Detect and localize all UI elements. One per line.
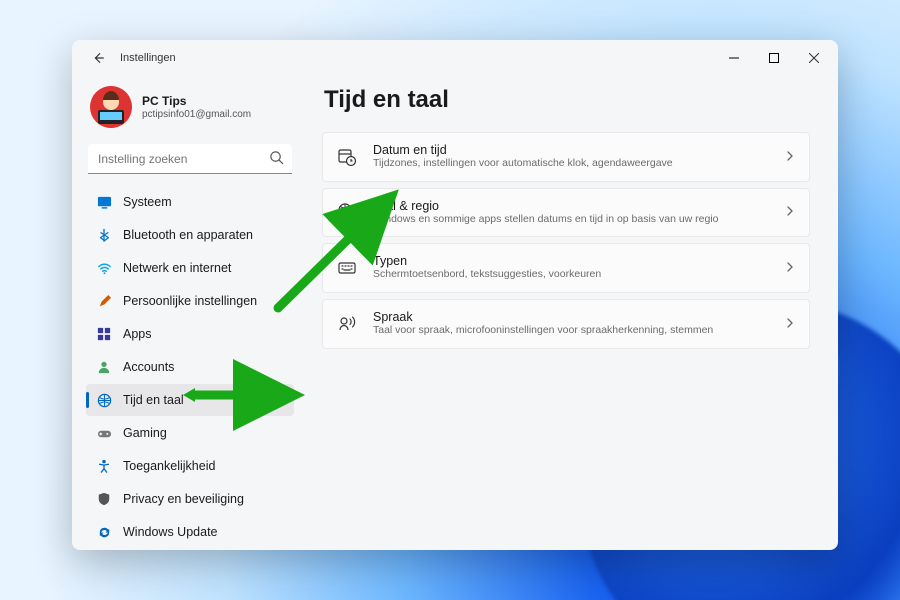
sidebar-item-accounts[interactable]: Accounts	[86, 351, 294, 383]
globe-clock-icon	[96, 392, 112, 408]
sidebar-item-label: Netwerk en internet	[123, 261, 231, 275]
minimize-icon	[729, 53, 739, 63]
chevron-right-icon	[785, 148, 795, 166]
search-input[interactable]	[88, 144, 292, 174]
page-title: Tijd en taal	[324, 86, 810, 114]
sidebar-item-bluetooth[interactable]: Bluetooth en apparaten	[86, 219, 294, 251]
chevron-right-icon	[785, 315, 795, 333]
sidebar-item-label: Windows Update	[123, 525, 218, 539]
card-desc: Schermtoetsenbord, tekstsuggesties, voor…	[373, 268, 769, 282]
sidebar-item-label: Apps	[123, 327, 152, 341]
back-arrow-icon	[91, 51, 105, 65]
card-title: Typen	[373, 254, 769, 268]
profile-name: PC Tips	[142, 94, 251, 108]
search-icon	[269, 150, 284, 170]
sidebar-item-system[interactable]: Systeem	[86, 186, 294, 218]
titlebar: Instellingen	[72, 40, 838, 76]
card-date-time[interactable]: Datum en tijdTijdzones, instellingen voo…	[322, 132, 810, 182]
maximize-button[interactable]	[754, 40, 794, 76]
calendar-clock-icon	[337, 147, 357, 167]
sidebar-item-label: Gaming	[123, 426, 167, 440]
sidebar-item-label: Accounts	[123, 360, 174, 374]
card-speech[interactable]: SpraakTaal voor spraak, microfooninstell…	[322, 299, 810, 349]
card-desc: Taal voor spraak, microfooninstellingen …	[373, 324, 769, 338]
back-button[interactable]	[86, 46, 110, 70]
chevron-right-icon	[785, 203, 795, 221]
card-title: Taal & regio	[373, 199, 769, 213]
card-title: Spraak	[373, 310, 769, 324]
sidebar-item-network[interactable]: Netwerk en internet	[86, 252, 294, 284]
nav-list: Systeem Bluetooth en apparaten Netwerk e…	[86, 186, 294, 548]
speech-icon	[337, 314, 357, 334]
card-desc: Tijdzones, instellingen voor automatisch…	[373, 157, 769, 171]
shield-icon	[96, 491, 112, 507]
maximize-icon	[769, 53, 779, 63]
profile-email: pctipsinfo01@gmail.com	[142, 109, 251, 120]
search-box	[88, 144, 292, 174]
card-desc: Windows en sommige apps stellen datums e…	[373, 213, 769, 227]
sidebar-item-apps[interactable]: Apps	[86, 318, 294, 350]
window-title: Instellingen	[120, 52, 176, 64]
display-icon	[96, 194, 112, 210]
close-button[interactable]	[794, 40, 834, 76]
chevron-right-icon	[785, 259, 795, 277]
sidebar-item-label: Systeem	[123, 195, 172, 209]
sidebar-item-accessibility[interactable]: Toegankelijkheid	[86, 450, 294, 482]
card-language-region[interactable]: Taal & regioWindows en sommige apps stel…	[322, 188, 810, 238]
sidebar-item-personalization[interactable]: Persoonlijke instellingen	[86, 285, 294, 317]
minimize-button[interactable]	[714, 40, 754, 76]
sidebar-item-windows-update[interactable]: Windows Update	[86, 516, 294, 548]
settings-window: Instellingen PC Tips pctipsinfo01@gmail.…	[72, 40, 838, 550]
sidebar-item-label: Toegankelijkheid	[123, 459, 215, 473]
brush-icon	[96, 293, 112, 309]
wifi-icon	[96, 260, 112, 276]
close-icon	[809, 53, 819, 63]
person-icon	[96, 359, 112, 375]
apps-icon	[96, 326, 112, 342]
sidebar-item-label: Bluetooth en apparaten	[123, 228, 253, 242]
card-typing[interactable]: TypenSchermtoetsenbord, tekstsuggesties,…	[322, 243, 810, 293]
gamepad-icon	[96, 425, 112, 441]
accessibility-icon	[96, 458, 112, 474]
update-icon	[96, 524, 112, 540]
sidebar-item-label: Privacy en beveiliging	[123, 492, 244, 506]
main-content: Tijd en taal Datum en tijdTijdzones, ins…	[304, 76, 838, 550]
sidebar-item-label: Tijd en taal	[123, 393, 184, 407]
keyboard-icon	[337, 258, 357, 278]
profile-block[interactable]: PC Tips pctipsinfo01@gmail.com	[86, 82, 294, 142]
language-globe-icon	[337, 202, 357, 222]
sidebar-item-time-language[interactable]: Tijd en taal	[86, 384, 294, 416]
settings-cards: Datum en tijdTijdzones, instellingen voo…	[322, 132, 810, 349]
card-title: Datum en tijd	[373, 143, 769, 157]
sidebar-item-gaming[interactable]: Gaming	[86, 417, 294, 449]
bluetooth-icon	[96, 227, 112, 243]
sidebar-item-privacy[interactable]: Privacy en beveiliging	[86, 483, 294, 515]
window-controls	[714, 40, 834, 76]
sidebar-item-label: Persoonlijke instellingen	[123, 294, 257, 308]
avatar	[90, 86, 132, 128]
sidebar: PC Tips pctipsinfo01@gmail.com Systeem B…	[72, 76, 304, 550]
